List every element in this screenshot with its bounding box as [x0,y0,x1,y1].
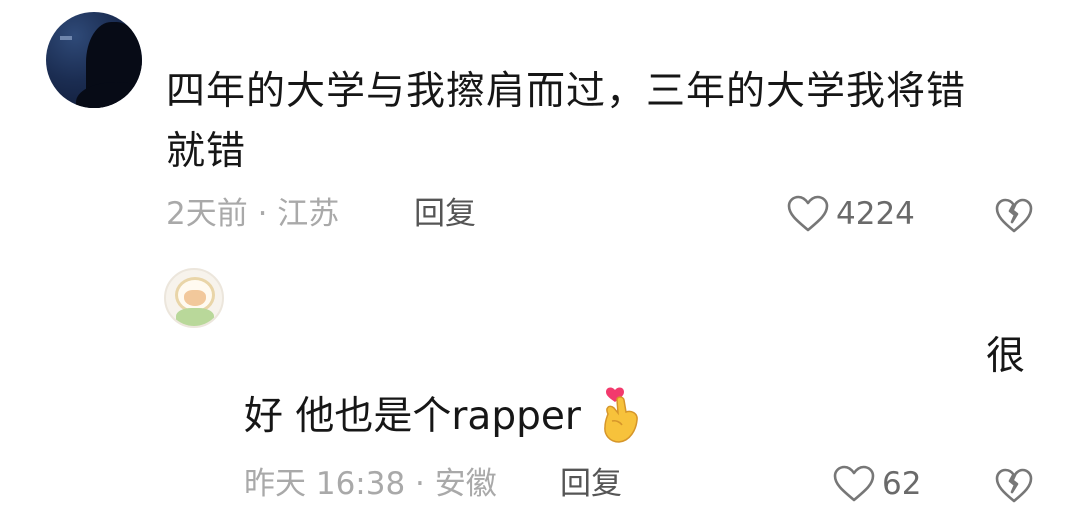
like-button[interactable]: 62 [832,460,921,508]
like-count: 62 [882,466,922,502]
comment-thread: 四年的大学与我擦肩而过，三年的大学我将错 就错 2天前 · 江苏 回复 4224… [0,0,1080,521]
dislike-button[interactable] [994,196,1034,236]
heart-hands-emoji-icon [598,386,644,446]
reply-text-fragment: 很 [986,334,1026,379]
like-button[interactable]: 4224 [786,190,915,238]
comment-meta: 2天前 · 江苏 [166,196,340,232]
reply-avatar[interactable] [164,268,224,328]
reply-button[interactable]: 回复 [560,464,622,504]
broken-heart-icon [994,196,1034,236]
avatar[interactable] [46,12,142,108]
broken-heart-icon [994,466,1034,506]
comment-text-line: 就错 [166,129,247,174]
reply-button[interactable]: 回复 [414,194,476,234]
heart-icon [832,464,876,504]
dislike-button[interactable] [994,466,1034,506]
reply-meta: 昨天 16:38 · 安徽 [244,466,497,502]
comment-text-line: 四年的大学与我擦肩而过，三年的大学我将错 [166,69,967,114]
like-count: 4224 [836,196,915,232]
reply-text: 好 他也是个rapper [244,394,581,439]
heart-icon [786,194,830,234]
comment-text: 四年的大学与我擦肩而过，三年的大学我将错 就错 [166,62,1036,182]
